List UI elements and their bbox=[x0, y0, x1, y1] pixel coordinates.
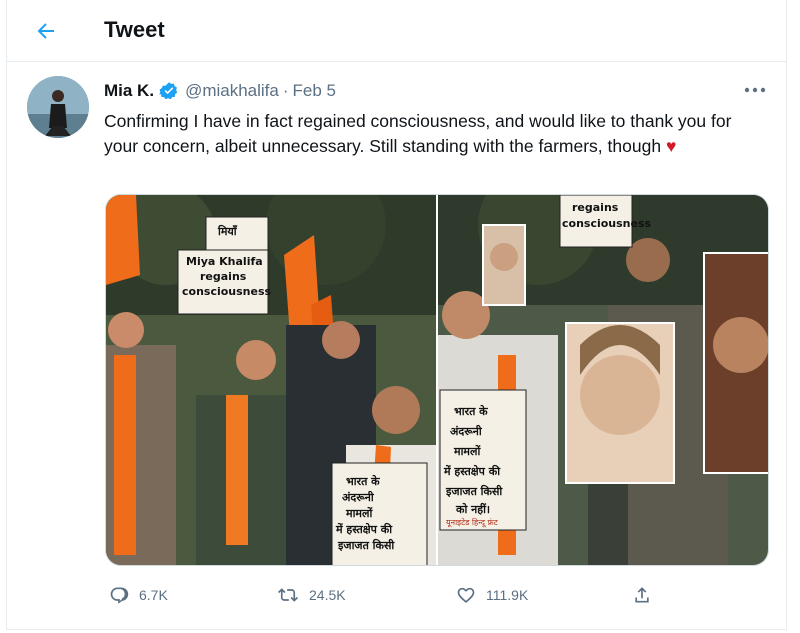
sign-text: मामलों bbox=[453, 444, 481, 458]
sign-text: भारत के bbox=[346, 474, 380, 488]
sign-text: को नहीं। bbox=[455, 502, 490, 516]
sign-text: अंदरूनी bbox=[342, 490, 375, 504]
reply-button[interactable]: 6.7K bbox=[109, 580, 168, 610]
like-count: 111.9K bbox=[486, 587, 529, 603]
tweet-page: Tweet Mia K. @miakhalifa · Feb 5 Confirm… bbox=[6, 0, 787, 630]
sign-text: मियाँ bbox=[217, 224, 238, 238]
sign-text: में हस्तक्षेप की bbox=[335, 522, 393, 536]
sign-text: consciousness bbox=[182, 285, 272, 298]
author-row: Mia K. @miakhalifa · Feb 5 bbox=[104, 79, 336, 103]
retweet-button[interactable]: 24.5K bbox=[277, 580, 346, 610]
sign-text: इजाजत किसी bbox=[337, 538, 395, 552]
sign-text: में हस्तक्षेप की bbox=[443, 464, 501, 478]
author-name[interactable]: Mia K. bbox=[104, 81, 154, 101]
tweet-actions: 6.7K 24.5K 111.9K bbox=[104, 580, 664, 610]
author-handle[interactable]: @miakhalifa bbox=[185, 81, 279, 101]
reply-count: 6.7K bbox=[139, 587, 168, 603]
tweet-media[interactable]: मियाँ Miya Khalifa regains consciousness… bbox=[105, 194, 769, 566]
like-icon bbox=[457, 587, 475, 603]
sign-text: Miya Khalifa bbox=[186, 255, 263, 268]
like-button[interactable]: 111.9K bbox=[456, 580, 528, 610]
reply-icon bbox=[110, 587, 129, 604]
tweet-text: Confirming I have in fact regained consc… bbox=[104, 109, 754, 159]
back-arrow-icon bbox=[37, 23, 54, 39]
sign-text: भारत के bbox=[454, 404, 488, 418]
photo-protest-right[interactable]: regains consciousness भारत के अंदरूनी मा… bbox=[438, 195, 768, 565]
avatar[interactable] bbox=[27, 76, 89, 138]
more-icon bbox=[744, 87, 766, 93]
more-options-button[interactable] bbox=[744, 80, 766, 100]
back-button[interactable] bbox=[27, 12, 65, 50]
photo-protest-left[interactable]: मियाँ Miya Khalifa regains consciousness… bbox=[106, 195, 438, 565]
page-title: Tweet bbox=[104, 17, 165, 42]
separator: · bbox=[282, 81, 289, 100]
sign-text: regains bbox=[572, 201, 619, 214]
sign-text: इजाजत किसी bbox=[445, 484, 503, 498]
share-icon bbox=[635, 587, 649, 603]
heart-emoji: ♥ bbox=[665, 136, 677, 156]
share-button[interactable] bbox=[632, 580, 652, 610]
verified-badge-icon bbox=[159, 81, 179, 101]
sign-text: यूनाइटेड हिन्दू फ्रंट bbox=[446, 517, 499, 528]
retweet-icon bbox=[278, 588, 298, 602]
tweet-date[interactable]: Feb 5 bbox=[293, 81, 336, 101]
retweet-count: 24.5K bbox=[309, 587, 346, 603]
sign-text: consciousness bbox=[562, 217, 652, 230]
tweet-body: Confirming I have in fact regained consc… bbox=[104, 111, 732, 156]
sign-text: मामलों bbox=[345, 506, 373, 520]
sign-text: regains bbox=[200, 270, 247, 283]
header: Tweet bbox=[7, 0, 786, 62]
sign-text: अंदरूनी bbox=[450, 424, 483, 438]
